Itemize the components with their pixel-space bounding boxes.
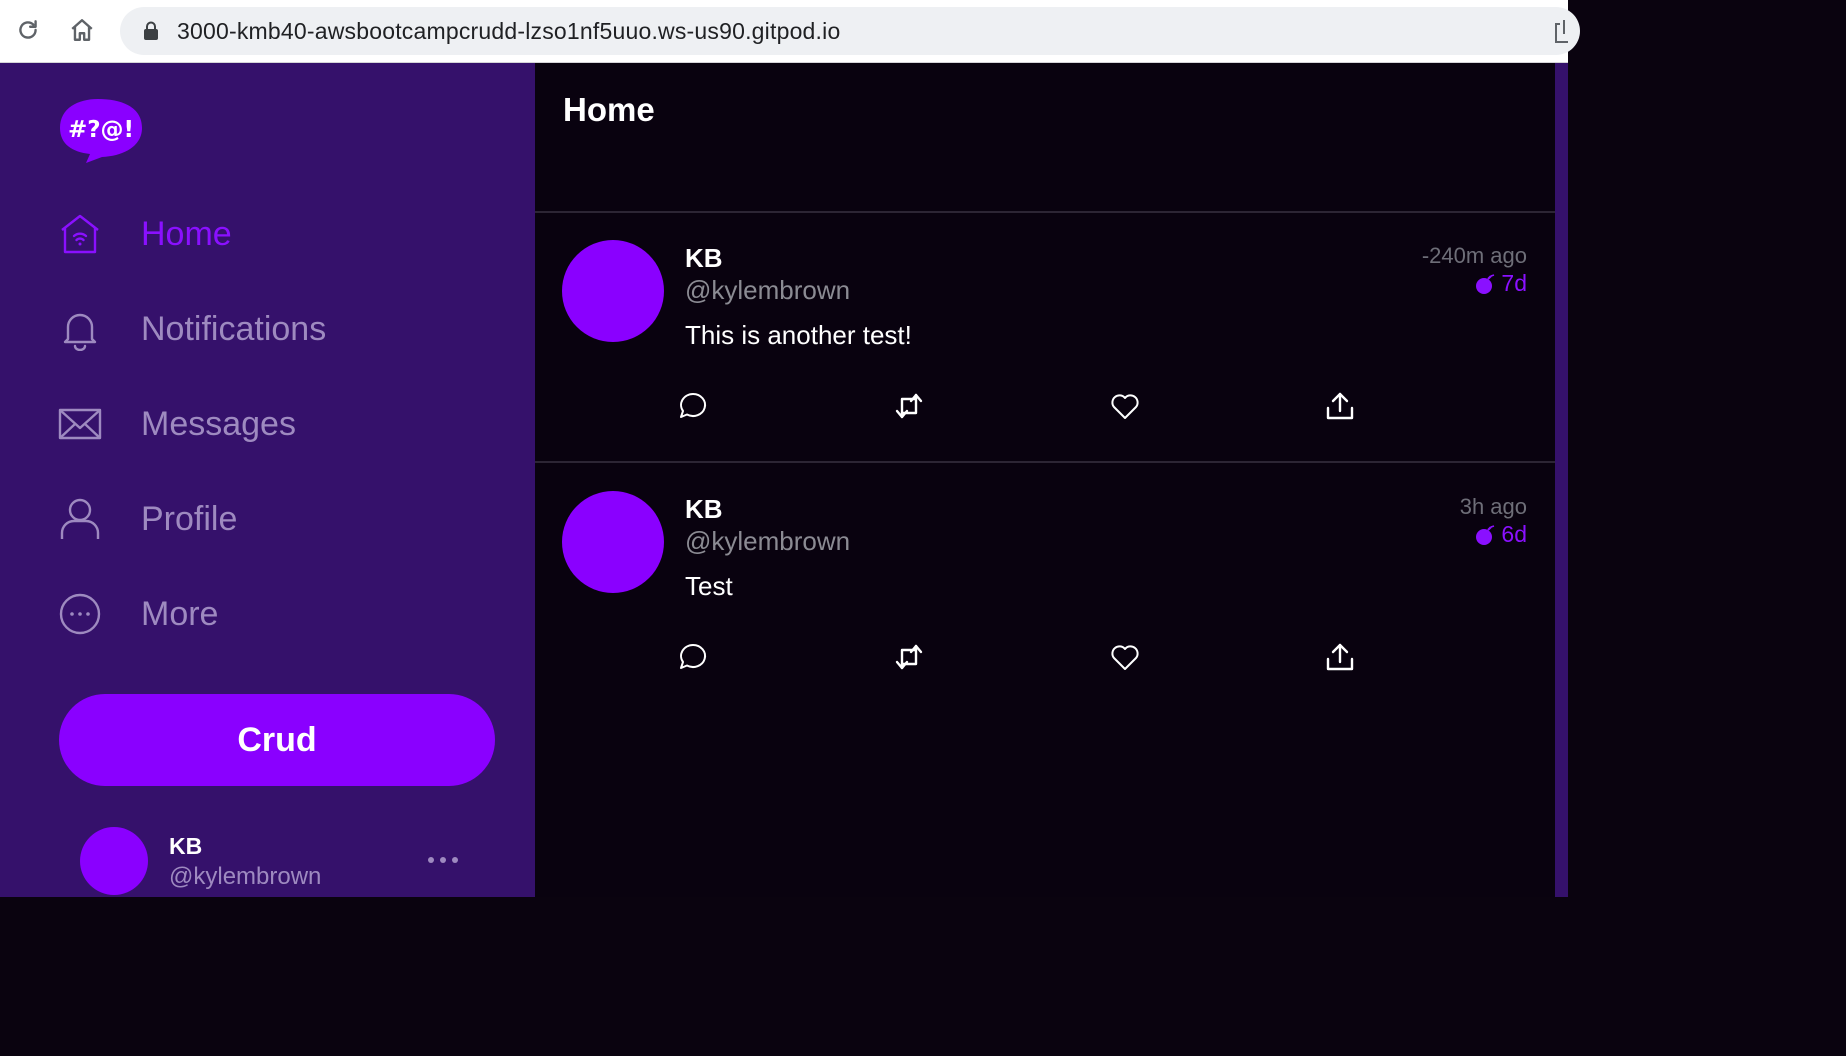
home-icon <box>58 212 102 256</box>
divider <box>535 461 1555 463</box>
like-heart-icon[interactable] <box>1108 640 1142 674</box>
sidebar-item-home[interactable]: Home <box>58 204 498 264</box>
repost-icon[interactable] <box>892 640 926 674</box>
post-display-name: KB <box>685 243 723 273</box>
post-timestamp: -240m ago <box>1421 243 1527 268</box>
profile-menu-dots-icon[interactable] <box>426 845 460 875</box>
home-browser-icon[interactable] <box>68 16 96 44</box>
bell-icon <box>58 307 102 351</box>
sidebar-item-label: Messages <box>141 404 296 443</box>
person-icon <box>58 497 102 541</box>
post-display-name: KB <box>685 494 723 524</box>
sidebar: #?@! Home Notifications Messages Profile… <box>0 63 535 897</box>
sidebar-item-label: Profile <box>141 499 238 538</box>
avatar <box>80 827 148 895</box>
sidebar-item-label: More <box>141 594 219 633</box>
logo-text: #?@! <box>68 117 134 143</box>
post-timestamp: 3h ago <box>1459 494 1527 519</box>
share-icon[interactable] <box>1323 389 1357 423</box>
main-feed: Home KB @kylembrown This is another test… <box>535 63 1555 897</box>
repost-icon[interactable] <box>892 389 926 423</box>
avatar[interactable] <box>562 240 664 342</box>
crud-button[interactable]: Crud <box>59 694 495 786</box>
post-expiry: 6d <box>1473 521 1527 548</box>
like-heart-icon[interactable] <box>1108 389 1142 423</box>
sidebar-item-more[interactable]: More <box>58 584 498 644</box>
post-expiry: 7d <box>1473 270 1527 297</box>
reply-icon[interactable] <box>676 640 710 674</box>
sidebar-item-label: Notifications <box>141 309 327 348</box>
post-handle: @kylembrown <box>685 275 851 305</box>
address-bar[interactable]: 3000-kmb40-awsbootcampcrudd-lzso1nf5uuo.… <box>120 7 1580 55</box>
right-sidebar-edge <box>1555 63 1568 897</box>
share-icon[interactable] <box>1323 640 1357 674</box>
post-handle: @kylembrown <box>685 526 851 556</box>
url-text: 3000-kmb40-awsbootcampcrudd-lzso1nf5uuo.… <box>177 18 841 44</box>
post-item[interactable]: KB @kylembrown This is another test! -24… <box>535 213 1555 463</box>
app-logo[interactable]: #?@! <box>58 96 144 166</box>
post-message: This is another test! <box>685 320 912 350</box>
browser-toolbar: 3000-kmb40-awsbootcampcrudd-lzso1nf5uuo.… <box>0 0 1580 63</box>
reload-icon[interactable] <box>14 16 42 44</box>
envelope-icon <box>58 402 102 446</box>
avatar[interactable] <box>562 491 664 593</box>
post-expiry-label: 6d <box>1501 521 1527 547</box>
page-title: Home <box>563 91 655 128</box>
more-circle-icon <box>58 592 102 636</box>
reply-icon[interactable] <box>676 389 710 423</box>
sidebar-item-label: Home <box>141 214 232 253</box>
profile-widget[interactable]: KB @kylembrown <box>80 827 480 897</box>
sidebar-item-notifications[interactable]: Notifications <box>58 299 498 359</box>
post-item[interactable]: KB @kylembrown Test 3h ago 6d <box>535 464 1555 714</box>
profile-name: KB <box>169 833 203 859</box>
bomb-icon <box>1476 524 1495 545</box>
post-message: Test <box>685 571 733 601</box>
share-page-icon[interactable] <box>1554 18 1568 44</box>
lock-icon <box>144 21 158 40</box>
sidebar-item-profile[interactable]: Profile <box>58 489 498 549</box>
sidebar-item-messages[interactable]: Messages <box>58 394 498 454</box>
bomb-icon <box>1476 273 1495 294</box>
post-expiry-label: 7d <box>1501 270 1527 296</box>
profile-handle: @kylembrown <box>169 863 322 890</box>
